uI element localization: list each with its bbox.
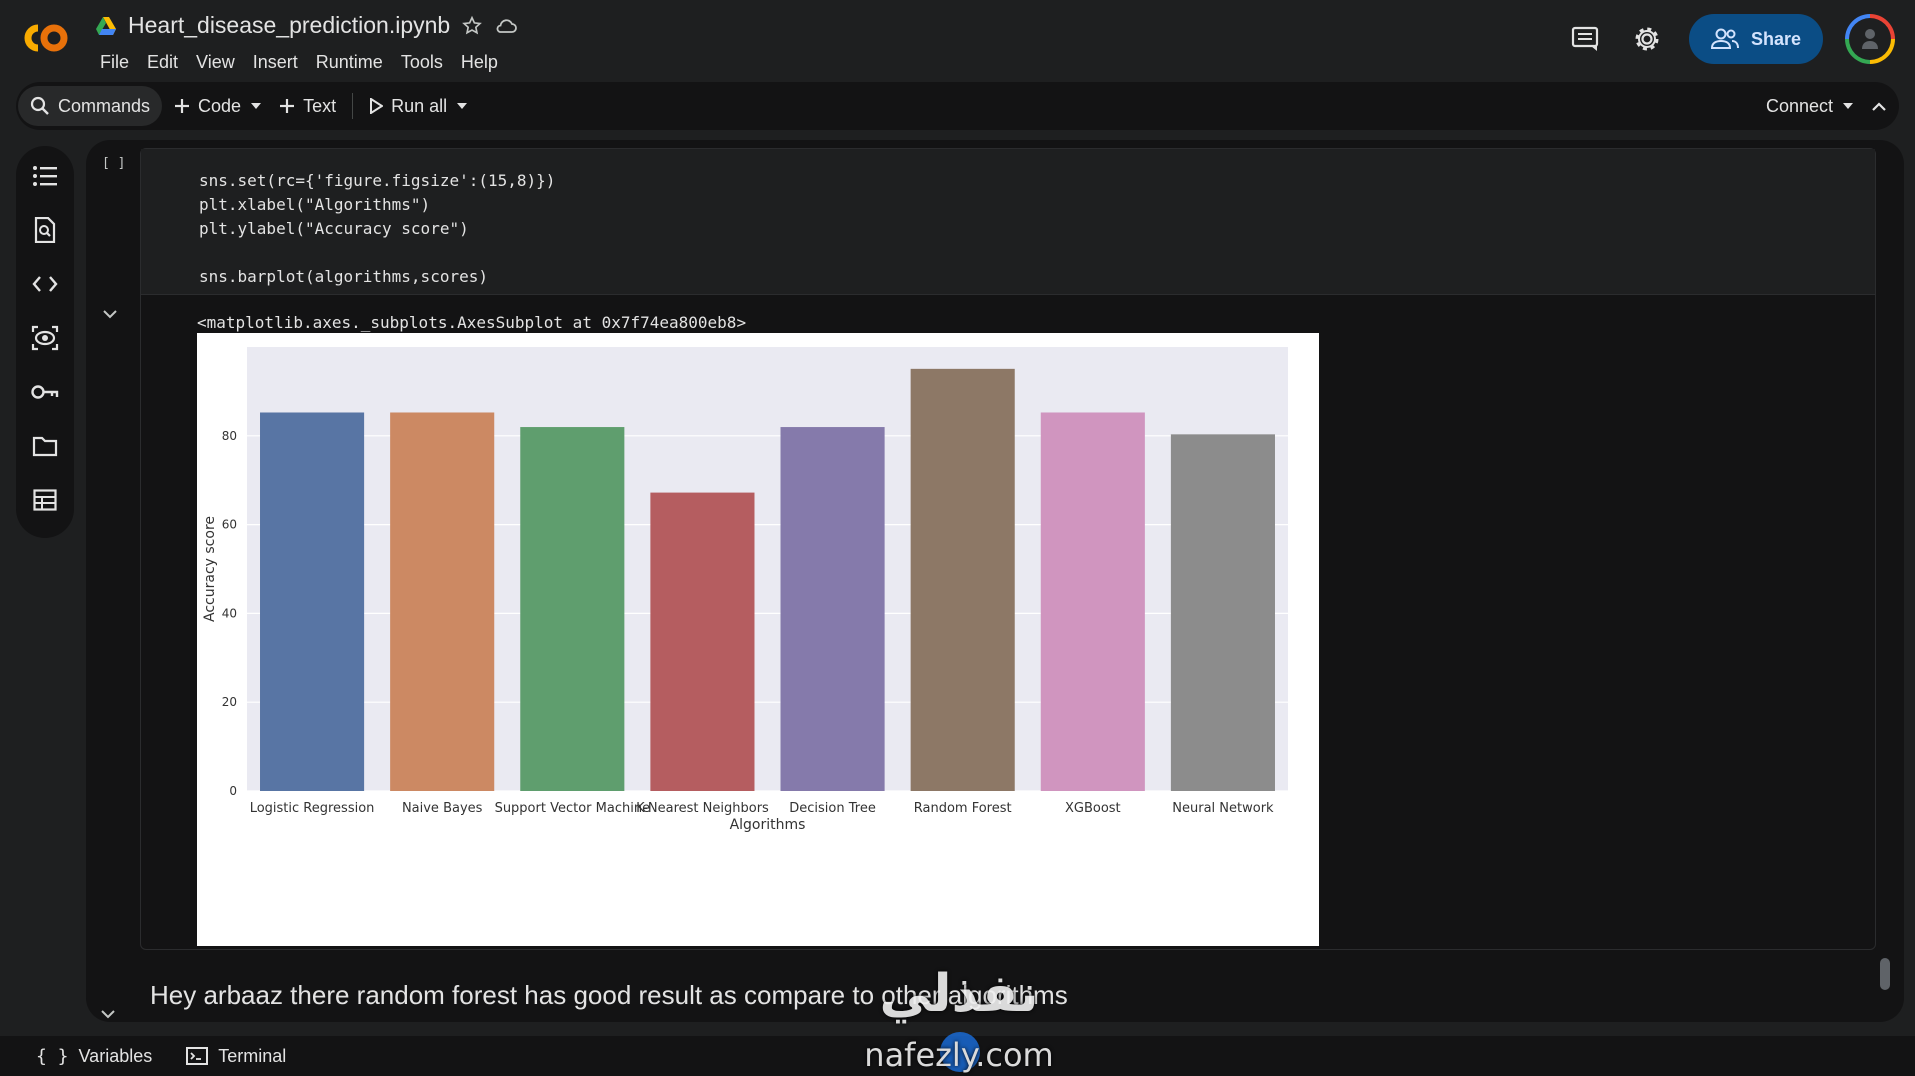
y-axis-label: Accuracy score xyxy=(202,516,218,622)
files-folder-icon[interactable] xyxy=(31,432,59,460)
bar xyxy=(390,412,495,791)
terminal-button[interactable]: Terminal xyxy=(186,1046,286,1067)
menu-tools[interactable]: Tools xyxy=(393,50,451,75)
commands-label: Commands xyxy=(58,95,151,116)
plus-icon xyxy=(175,99,190,113)
toolbar-divider xyxy=(352,93,354,119)
commands-button[interactable]: Commands xyxy=(18,86,163,126)
top-header: Heart_disease_prediction.ipynb File Edit… xyxy=(0,0,1915,80)
text-label: Text xyxy=(303,95,337,116)
y-tick-label: 0 xyxy=(229,784,237,798)
bar xyxy=(1040,412,1145,791)
variables-inspector-icon[interactable] xyxy=(31,324,59,352)
braces-icon: { } xyxy=(36,1045,69,1067)
watermark-url: nafezly.com xyxy=(864,1036,1054,1074)
x-tick-label: Logistic Regression xyxy=(250,801,375,816)
x-tick-label: K-Nearest Neighbors xyxy=(636,801,769,816)
run-all-dropdown-caret-icon[interactable] xyxy=(451,86,473,126)
account-avatar[interactable] xyxy=(1845,14,1895,64)
plus-icon xyxy=(280,99,295,113)
watermark-arabic-text: نفذلي xyxy=(879,964,1039,1024)
menu-edit[interactable]: Edit xyxy=(139,50,186,75)
colab-logo[interactable] xyxy=(18,18,74,58)
x-tick-label: Decision Tree xyxy=(789,801,876,816)
add-code-button[interactable]: Code xyxy=(162,86,245,126)
run-all-button[interactable]: Run all xyxy=(357,86,451,126)
x-tick-label: Support Vector Machine xyxy=(495,801,651,816)
run-all-label: Run all xyxy=(391,95,448,116)
variables-label: Variables xyxy=(78,1045,153,1066)
search-icon xyxy=(30,96,49,115)
code-dropdown-caret-icon[interactable] xyxy=(245,86,267,126)
menu-view[interactable]: View xyxy=(188,50,243,75)
bar-chart-output: 0 20 40 60 80 Logistic Regression Naive Bayes S… xyxy=(197,333,1319,946)
bar-chart-svg: 0 20 40 60 80 Logistic Regression Naive Bayes S… xyxy=(202,347,1288,833)
add-text-button[interactable]: Text xyxy=(267,86,348,126)
y-tick-label: 60 xyxy=(222,518,237,532)
code-editor[interactable]: sns.set(rc={'figure.figsize':(15,8)}) plt… xyxy=(141,149,1875,295)
variables-button[interactable]: { } Variables xyxy=(36,1046,152,1067)
x-tick-label: XGBoost xyxy=(1065,801,1121,816)
code-snippets-icon[interactable] xyxy=(31,270,59,298)
terminal-icon xyxy=(186,1047,209,1065)
menu-help[interactable]: Help xyxy=(453,50,506,75)
settings-gear-icon[interactable] xyxy=(1627,19,1667,59)
bar xyxy=(520,427,625,791)
connect-button[interactable]: Connect xyxy=(1754,86,1837,126)
data-table-icon[interactable] xyxy=(31,486,59,514)
code-cell[interactable]: sns.set(rc={'figure.figsize':(15,8)}) plt… xyxy=(140,148,1876,950)
share-label: Share xyxy=(1750,28,1802,49)
menu-runtime[interactable]: Runtime xyxy=(308,50,391,75)
x-tick-label: Random Forest xyxy=(914,801,1012,816)
bar xyxy=(1170,434,1275,791)
collapse-header-chevron-up-icon[interactable] xyxy=(1859,86,1899,126)
code-label: Code xyxy=(198,95,242,116)
table-of-contents-icon[interactable] xyxy=(31,162,59,190)
google-drive-icon xyxy=(94,14,118,38)
comments-icon[interactable] xyxy=(1565,19,1605,59)
bar xyxy=(650,492,755,791)
y-tick-label: 80 xyxy=(222,429,237,443)
x-tick-label: Naive Bayes xyxy=(402,801,483,816)
find-icon[interactable] xyxy=(31,216,59,244)
x-axis-label: Algorithms xyxy=(730,817,806,833)
terminal-label: Terminal xyxy=(218,1045,287,1066)
menu-insert[interactable]: Insert xyxy=(245,50,306,75)
connect-dropdown-caret-icon[interactable] xyxy=(1837,86,1859,126)
share-button[interactable]: Share xyxy=(1689,14,1823,64)
code-line: sns.barplot(algorithms,scores) xyxy=(199,267,488,286)
play-icon xyxy=(370,98,384,114)
bar xyxy=(780,427,885,791)
notebook-area: [ ] sns.set(rc={'figure.figsize':(15,8)}… xyxy=(86,140,1904,1022)
connect-label: Connect xyxy=(1765,95,1833,116)
people-icon xyxy=(1710,28,1739,49)
expand-section-chevron-icon[interactable] xyxy=(100,1008,116,1020)
left-side-rail xyxy=(16,146,74,538)
notebook-toolbar: Commands Code Text Run all Connect xyxy=(16,82,1899,130)
notebook-scrollbar[interactable] xyxy=(1880,958,1890,990)
bar xyxy=(910,368,1015,791)
output-text: <matplotlib.axes._subplots.AxesSubplot a… xyxy=(197,313,747,332)
y-tick-label: 40 xyxy=(222,606,237,620)
menu-file[interactable]: File xyxy=(92,50,137,75)
code-line: plt.ylabel("Accuracy score") xyxy=(199,219,469,238)
x-tick-label: Neural Network xyxy=(1172,801,1274,816)
nafezly-watermark: نفذلي nafezly.com xyxy=(848,964,1070,1076)
code-text[interactable]: sns.set(rc={'figure.figsize':(15,8)}) plt… xyxy=(199,169,555,289)
star-icon[interactable] xyxy=(460,14,484,38)
run-cell-button[interactable]: [ ] xyxy=(102,156,125,171)
bar xyxy=(260,412,365,791)
secrets-key-icon[interactable] xyxy=(31,378,59,406)
y-tick-label: 20 xyxy=(222,695,237,709)
code-line: plt.xlabel("Algorithms") xyxy=(199,195,431,214)
code-line: sns.set(rc={'figure.figsize':(15,8)}) xyxy=(199,171,556,190)
menu-bar: File Edit View Insert Runtime Tools Help xyxy=(92,50,506,75)
cloud-saved-icon[interactable] xyxy=(494,14,518,38)
collapse-output-chevron-icon[interactable] xyxy=(100,304,120,324)
notebook-title[interactable]: Heart_disease_prediction.ipynb xyxy=(128,12,450,39)
